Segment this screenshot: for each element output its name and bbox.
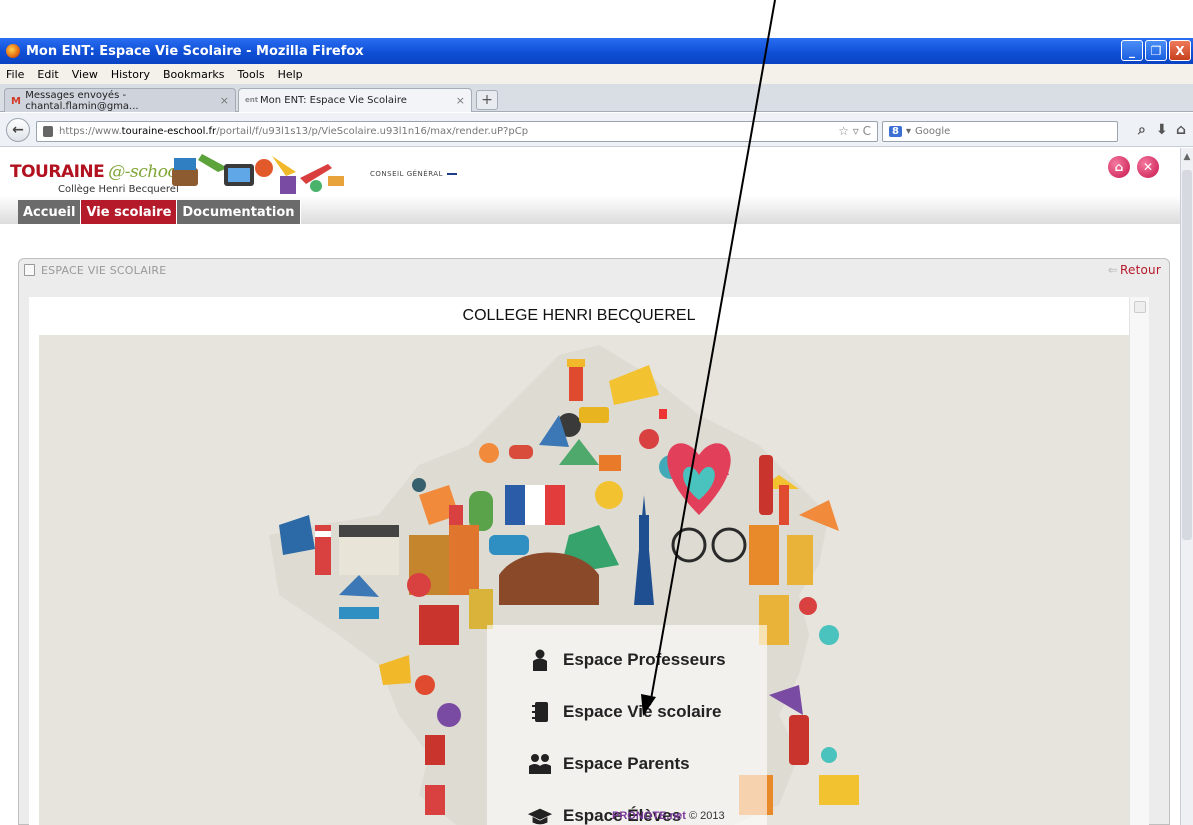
url-bar[interactable]: https://www. touraine-eschool.fr/portail/… (36, 121, 878, 142)
new-tab-button[interactable]: + (476, 90, 498, 110)
tab-ent[interactable]: ent Mon ENT: Espace Vie Scolaire × (238, 88, 472, 112)
espace-professeurs-label: Espace Professeurs (563, 650, 726, 669)
window-controls: _ ❐ X (1121, 40, 1191, 61)
back-button[interactable]: ← (6, 118, 30, 142)
france-map-illustration: Espace Professeurs Espace Vie scolaire E… (39, 335, 1129, 825)
scroll-up-icon[interactable]: ▲ (1181, 152, 1193, 164)
logo-subtitle: Collège Henri Becquerel (58, 184, 179, 195)
menu-bar: File Edit View History Bookmarks Tools H… (0, 64, 1193, 84)
tab-close-icon[interactable]: × (456, 94, 465, 107)
maximize-button[interactable]: ❐ (1145, 40, 1167, 61)
pronote-year: © 2013 (689, 810, 725, 822)
menu-tools[interactable]: Tools (237, 68, 264, 81)
lock-icon (43, 126, 53, 137)
url-domain: touraine-eschool.fr (121, 126, 217, 137)
gmail-icon: M (11, 95, 21, 107)
menu-view[interactable]: View (72, 68, 98, 81)
screenshot-root: Mon ENT: Espace Vie Scolaire - Mozilla F… (0, 0, 1193, 825)
close-window-button[interactable]: X (1169, 40, 1191, 61)
main-navigation: Accueil Vie scolaire Documentation (18, 200, 301, 224)
menu-help[interactable]: Help (278, 68, 303, 81)
banner-collage-image (172, 154, 344, 194)
portlet-header: ESPACE VIE SCOLAIRE ⇐ Retour (19, 259, 1169, 281)
pronote-credit: PRONOTE.net © 2013 (612, 810, 725, 822)
menu-file[interactable]: File (6, 68, 24, 81)
site-banner: TOURAINE @-school Collège Henri Becquerel… (0, 148, 1180, 224)
search-bar[interactable]: 8 ▾ Google (882, 121, 1118, 142)
window-title: Mon ENT: Espace Vie Scolaire - Mozilla F… (26, 43, 364, 59)
nav-documentation[interactable]: Documentation (177, 200, 301, 224)
pronote-brand: PRONOTE.net (612, 810, 686, 822)
menu-edit[interactable]: Edit (37, 68, 58, 81)
tab-strip: M Messages envoyés - chantal.flamin@gma.… (0, 84, 1193, 112)
inner-scrollbar[interactable] (1129, 297, 1149, 825)
nav-vie-scolaire[interactable]: Vie scolaire (81, 200, 178, 224)
notebook-icon (527, 701, 553, 723)
scroll-up-button[interactable] (1134, 301, 1146, 313)
espace-vie-scolaire-label: Espace Vie scolaire (563, 702, 722, 721)
tab-gmail[interactable]: M Messages envoyés - chantal.flamin@gma.… (4, 88, 236, 112)
partner-logo: CONSEIL GÉNÉRAL (370, 170, 457, 178)
logo-main: TOURAINE (10, 162, 105, 182)
espace-vie-scolaire-link[interactable]: Espace Vie scolaire (527, 697, 721, 727)
search-engine-icon[interactable]: 8 (889, 126, 902, 137)
tab-label: Mon ENT: Espace Vie Scolaire (260, 95, 407, 106)
url-path: /portail/f/u93l1s13/p/VieScolaire.u93l1n… (216, 126, 529, 137)
page-scrollbar[interactable]: ▲ (1180, 148, 1193, 825)
retour-link[interactable]: ⇐ Retour (1108, 263, 1161, 277)
page-content: TOURAINE @-school Collège Henri Becquerel… (0, 148, 1180, 825)
menu-history[interactable]: History (111, 68, 150, 81)
download-icon[interactable]: ⬇ (1156, 122, 1168, 138)
search-placeholder: Google (915, 126, 951, 137)
ent-favicon-icon: ent (245, 95, 259, 104)
site-logo[interactable]: TOURAINE @-school (10, 162, 183, 182)
document-icon (24, 264, 35, 276)
espace-professeurs-link[interactable]: Espace Professeurs (527, 645, 726, 675)
tab-close-icon[interactable]: × (220, 94, 229, 107)
navigation-bar: ← https://www. touraine-eschool.fr/portai… (0, 113, 1193, 147)
tab-label: Messages envoyés - chantal.flamin@gma... (25, 89, 139, 112)
bookmark-star-icon[interactable]: ☆ ▿ C (838, 124, 871, 138)
search-icon[interactable]: ⌕ (1138, 122, 1146, 138)
window-titlebar: Mon ENT: Espace Vie Scolaire - Mozilla F… (0, 38, 1193, 64)
search-engine-dropdown-icon[interactable]: ▾ (906, 126, 911, 137)
portlet-espace-vie-scolaire: ESPACE VIE SCOLAIRE ⇐ Retour COLLEGE HENR… (18, 258, 1170, 825)
espace-parents-label: Espace Parents (563, 754, 690, 773)
partner-label: CONSEIL GÉNÉRAL (370, 170, 443, 178)
url-prefix: https://www. (59, 126, 122, 137)
espace-menu-panel: Espace Professeurs Espace Vie scolaire E… (487, 625, 767, 825)
user-icon (527, 649, 553, 671)
graduation-cap-icon (527, 805, 553, 825)
logout-icon[interactable]: ✕ (1137, 156, 1159, 178)
nav-accueil[interactable]: Accueil (18, 200, 82, 224)
users-icon (527, 753, 553, 775)
arrow-left-icon: ⇐ (1107, 263, 1119, 277)
home-icon[interactable]: ⌂ (1176, 122, 1186, 138)
firefox-logo-icon (6, 44, 20, 58)
minimize-button[interactable]: _ (1121, 40, 1143, 61)
scroll-thumb[interactable] (1182, 170, 1192, 540)
espace-parents-link[interactable]: Espace Parents (527, 749, 690, 779)
portlet-title: ESPACE VIE SCOLAIRE (41, 263, 167, 277)
menu-bookmarks[interactable]: Bookmarks (163, 68, 224, 81)
college-heading: COLLEGE HENRI BECQUEREL (462, 307, 696, 324)
portal-home-icon[interactable]: ⌂ (1108, 156, 1130, 178)
content-frame: COLLEGE HENRI BECQUEREL Espace Professeu… (29, 297, 1149, 825)
